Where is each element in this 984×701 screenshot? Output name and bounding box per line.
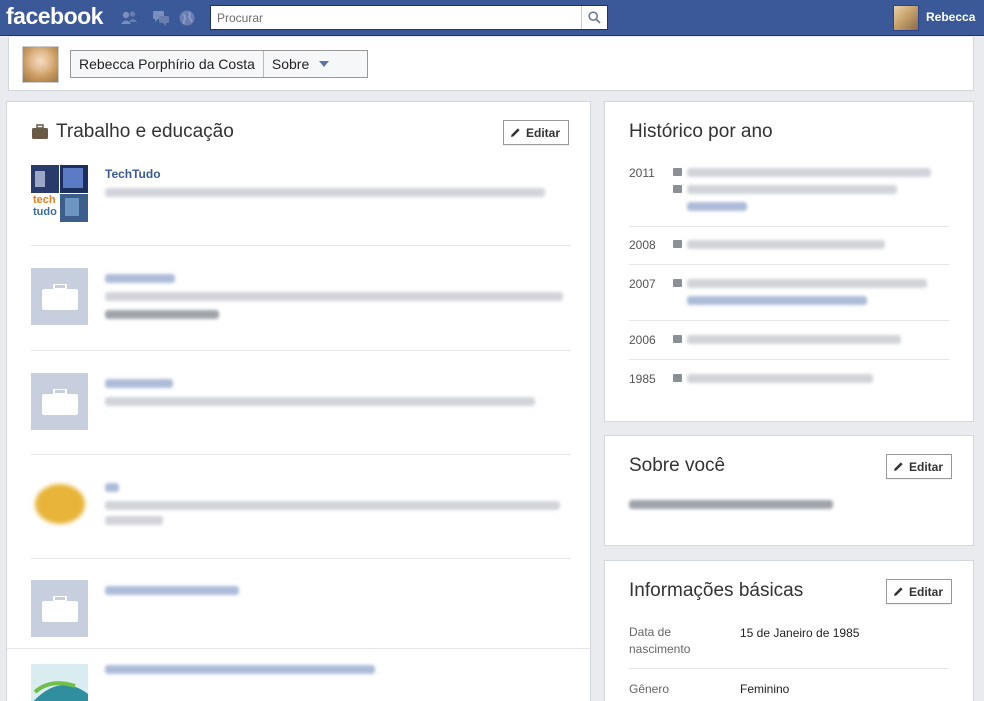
edit-label: Editar xyxy=(909,584,944,599)
edit-work-button[interactable]: Editar xyxy=(503,120,570,145)
divider xyxy=(7,648,592,649)
history-event-link[interactable] xyxy=(687,202,747,211)
divider xyxy=(31,245,571,246)
work-entry-title[interactable] xyxy=(105,379,173,388)
work-entry-details xyxy=(105,501,560,510)
briefcase-icon xyxy=(673,168,682,176)
briefcase-icon xyxy=(32,124,48,139)
divider xyxy=(31,454,571,455)
profile-section-selector[interactable]: Rebecca Porphírio da Costa Sobre xyxy=(70,50,368,78)
year-label: 1985 xyxy=(629,372,656,386)
briefcase-icon xyxy=(673,240,682,248)
briefcase-icon xyxy=(673,335,682,343)
divider xyxy=(629,264,949,265)
about-you-title: Sobre você xyxy=(629,455,726,476)
work-education-card: Trabalho e educação Editar tech tudo Tec… xyxy=(6,101,592,701)
pencil-icon xyxy=(894,587,903,596)
search-icon xyxy=(588,11,601,24)
work-entry-title[interactable] xyxy=(105,665,375,674)
birthdate-value: 15 de Janeiro de 1985 xyxy=(740,626,860,640)
gender-label: Gênero xyxy=(629,682,670,696)
workplace-placeholder-icon[interactable] xyxy=(31,580,88,637)
basic-info-card: Informações básicas Editar Data de nasci… xyxy=(604,560,974,701)
pencil-icon xyxy=(894,462,903,471)
history-event xyxy=(687,185,897,194)
edit-about-button[interactable]: Editar xyxy=(886,454,953,479)
history-event xyxy=(687,168,931,177)
divider xyxy=(629,359,949,360)
work-education-title: Trabalho e educação xyxy=(56,121,234,142)
divider xyxy=(629,226,949,227)
edit-basic-info-button[interactable]: Editar xyxy=(886,579,953,604)
search-button[interactable] xyxy=(581,6,607,29)
history-event xyxy=(687,335,901,344)
divider xyxy=(629,320,949,321)
work-entry-details xyxy=(105,188,545,197)
institution-logo[interactable] xyxy=(31,664,88,701)
calendar-icon xyxy=(673,374,682,382)
user-avatar[interactable] xyxy=(893,5,919,31)
year-label: 2007 xyxy=(629,277,656,291)
chevron-down-icon xyxy=(319,61,330,67)
profile-avatar[interactable] xyxy=(22,46,59,83)
history-event xyxy=(687,279,927,288)
history-event xyxy=(687,374,873,383)
section-label: Sobre xyxy=(271,56,310,72)
techtudo-logo[interactable]: tech tudo xyxy=(31,165,88,222)
friend-requests-icon[interactable] xyxy=(120,9,138,27)
gender-value: Feminino xyxy=(740,682,790,696)
work-entry-techtudo[interactable]: TechTudo xyxy=(105,167,161,181)
top-navigation-bar: facebook Reb xyxy=(0,0,984,36)
about-you-card: Sobre você Editar xyxy=(604,435,974,546)
profile-name[interactable]: Rebecca Porphírio da Costa xyxy=(71,51,263,77)
birthdate-label: Data de nascimento xyxy=(629,625,691,656)
user-name-link[interactable]: Rebecca xyxy=(926,10,975,24)
workplace-placeholder-icon[interactable] xyxy=(31,268,88,325)
work-entry-title[interactable] xyxy=(105,483,119,492)
facebook-logo[interactable]: facebook xyxy=(6,3,103,30)
year-label: 2011 xyxy=(629,166,655,180)
year-label: 2008 xyxy=(629,238,656,252)
history-event xyxy=(687,240,885,249)
history-event-link[interactable] xyxy=(687,296,867,305)
work-entry-title[interactable] xyxy=(105,586,239,595)
section-dropdown[interactable]: Sobre xyxy=(264,56,337,72)
work-entry-details xyxy=(105,397,535,406)
work-entry-details xyxy=(105,516,163,525)
work-entry-title[interactable] xyxy=(105,274,175,283)
edit-label: Editar xyxy=(526,125,561,140)
work-entry-extra xyxy=(105,310,219,319)
pencil-icon xyxy=(511,128,520,137)
workplace-logo[interactable] xyxy=(31,476,88,533)
search-input[interactable] xyxy=(211,6,579,29)
notifications-globe-icon[interactable] xyxy=(178,9,196,27)
about-you-text xyxy=(629,500,833,509)
history-title: Histórico por ano xyxy=(629,121,773,142)
search-box[interactable] xyxy=(210,5,608,30)
year-label: 2006 xyxy=(629,333,656,347)
edit-label: Editar xyxy=(909,459,944,474)
divider xyxy=(629,668,949,669)
graduation-cap-icon xyxy=(673,279,682,287)
messages-icon[interactable] xyxy=(152,9,170,27)
history-by-year-card: Histórico por ano 2011 2008 2007 2006 19… xyxy=(604,101,974,422)
workplace-placeholder-icon[interactable] xyxy=(31,373,88,430)
briefcase-icon xyxy=(673,185,682,193)
profile-header: Rebecca Porphírio da Costa Sobre xyxy=(8,37,974,91)
basic-info-title: Informações básicas xyxy=(629,580,804,601)
divider xyxy=(31,350,571,351)
divider xyxy=(31,558,571,559)
work-entry-details xyxy=(105,292,563,301)
